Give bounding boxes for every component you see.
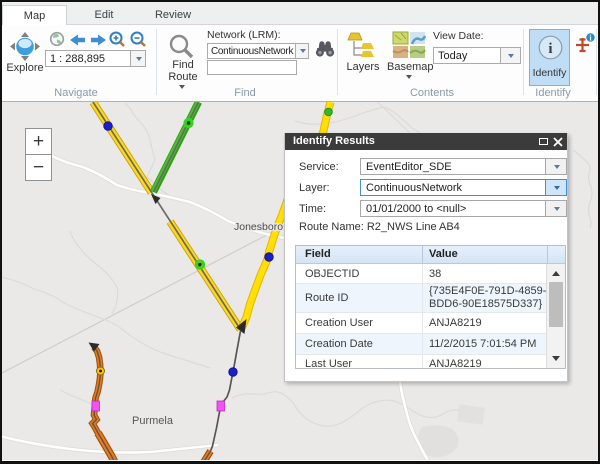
svg-text:i: i bbox=[548, 41, 552, 57]
svg-text:Purmela: Purmela bbox=[132, 415, 174, 427]
svg-text:Jonesboro: Jonesboro bbox=[234, 221, 283, 233]
